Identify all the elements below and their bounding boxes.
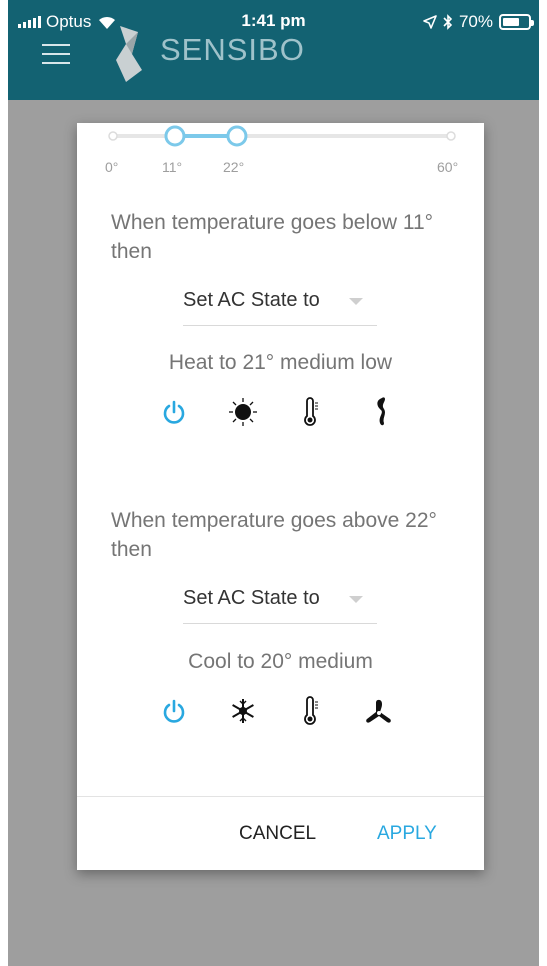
apply-button[interactable]: APPLY [377,823,437,845]
range-slider-track [108,125,456,147]
power-icon[interactable] [157,694,191,728]
temperature-range-slider[interactable]: 0° 11° 22° 60° [77,123,484,183]
power-icon[interactable] [157,395,191,429]
battery-icon [499,14,534,30]
status-bar: Optus 1:41 pm 70% [8,0,539,36]
dropdown-caret-icon [349,596,363,603]
high-threshold-label: 22° [223,159,245,175]
snowflake-icon[interactable] [226,694,260,728]
dialog-actions-divider [77,796,484,797]
app-screen: Optus 1:41 pm 70% SENSIBO 0° 11° 22° 60°… [8,0,539,966]
rule-below-title: When temperature goes below 11° then [111,211,434,263]
dropdown-caret-icon [349,298,363,305]
rule-above-action-dropdown[interactable]: Set AC State to [183,581,377,624]
battery-percent: 70% [458,12,493,31]
rule-above-icons [157,694,397,728]
thermometer-icon[interactable] [294,694,328,728]
rule-above-state: Cool to 20° medium [188,650,373,673]
sun-icon[interactable] [226,395,260,429]
rule-below-state: Heat to 21° medium low [168,351,393,374]
range-max-label: 60° [437,159,459,175]
low-threshold-label: 11° [162,159,183,175]
rule-above-title: When temperature goes above 22° then [111,509,437,561]
bluetooth-icon [443,14,453,30]
hamburger-menu-icon[interactable] [42,44,70,66]
app-header: Optus 1:41 pm 70% SENSIBO [8,0,539,100]
rule-below-action-dropdown[interactable]: Set AC State to [183,283,377,326]
range-max-dot [446,131,456,141]
status-right: 70% [423,12,534,32]
low-threshold-knob[interactable] [164,125,186,147]
fan-icon[interactable] [363,694,397,728]
dropdown-value: Set AC State to [183,289,320,311]
climate-react-dialog: 0° 11° 22° 60° When temperature goes bel… [77,123,484,870]
range-min-label: 0° [105,159,119,175]
sensibo-logo-icon [116,26,142,82]
fan-low-icon[interactable] [363,395,397,429]
rule-below-icons [157,395,397,429]
range-min-dot [108,131,118,141]
cancel-button[interactable]: CANCEL [239,823,316,845]
thermometer-icon[interactable] [294,395,328,429]
location-arrow-icon [423,15,437,29]
brand-name: SENSIBO [160,32,305,67]
dropdown-value: Set AC State to [183,587,320,609]
high-threshold-knob[interactable] [226,125,248,147]
